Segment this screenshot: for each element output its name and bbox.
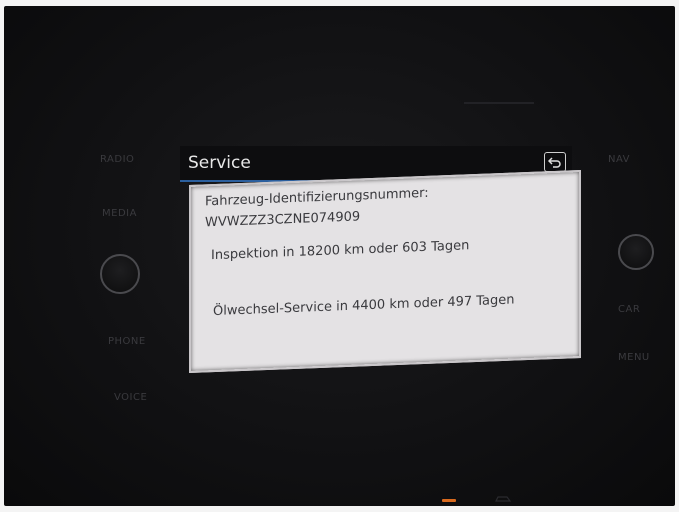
back-button[interactable] [544,152,566,172]
back-arrow-icon [548,157,561,168]
nav-button[interactable]: NAV [608,154,630,165]
vin-label: Fahrzeug-Identifizierungsnummer: [205,185,429,210]
car-icon [495,496,512,502]
media-button[interactable]: MEDIA [102,208,137,219]
oil-service-info: Ölwechsel-Service in 4400 km oder 497 Ta… [213,292,515,320]
phone-button[interactable]: PHONE [108,336,146,347]
top-divider [464,102,534,104]
voice-button[interactable]: VOICE [114,392,147,403]
volume-knob[interactable] [100,254,140,294]
radio-button[interactable]: RADIO [100,154,134,165]
vin-value: WVWZZZ3CZNE074909 [205,209,361,231]
car-button[interactable]: CAR [618,304,640,315]
infotainment-bezel: RADIO MEDIA PHONE VOICE NAV CAR MENU Ser… [4,6,675,506]
page-title: Service [188,153,251,173]
tune-knob[interactable] [618,234,654,270]
inspection-info: Inspektion in 18200 km oder 603 Tagen [211,238,470,264]
service-info-panel: Fahrzeug-Identifizierungsnummer: WVWZZZ3… [189,169,581,373]
status-indicator [442,499,456,502]
menu-button[interactable]: MENU [618,352,650,363]
